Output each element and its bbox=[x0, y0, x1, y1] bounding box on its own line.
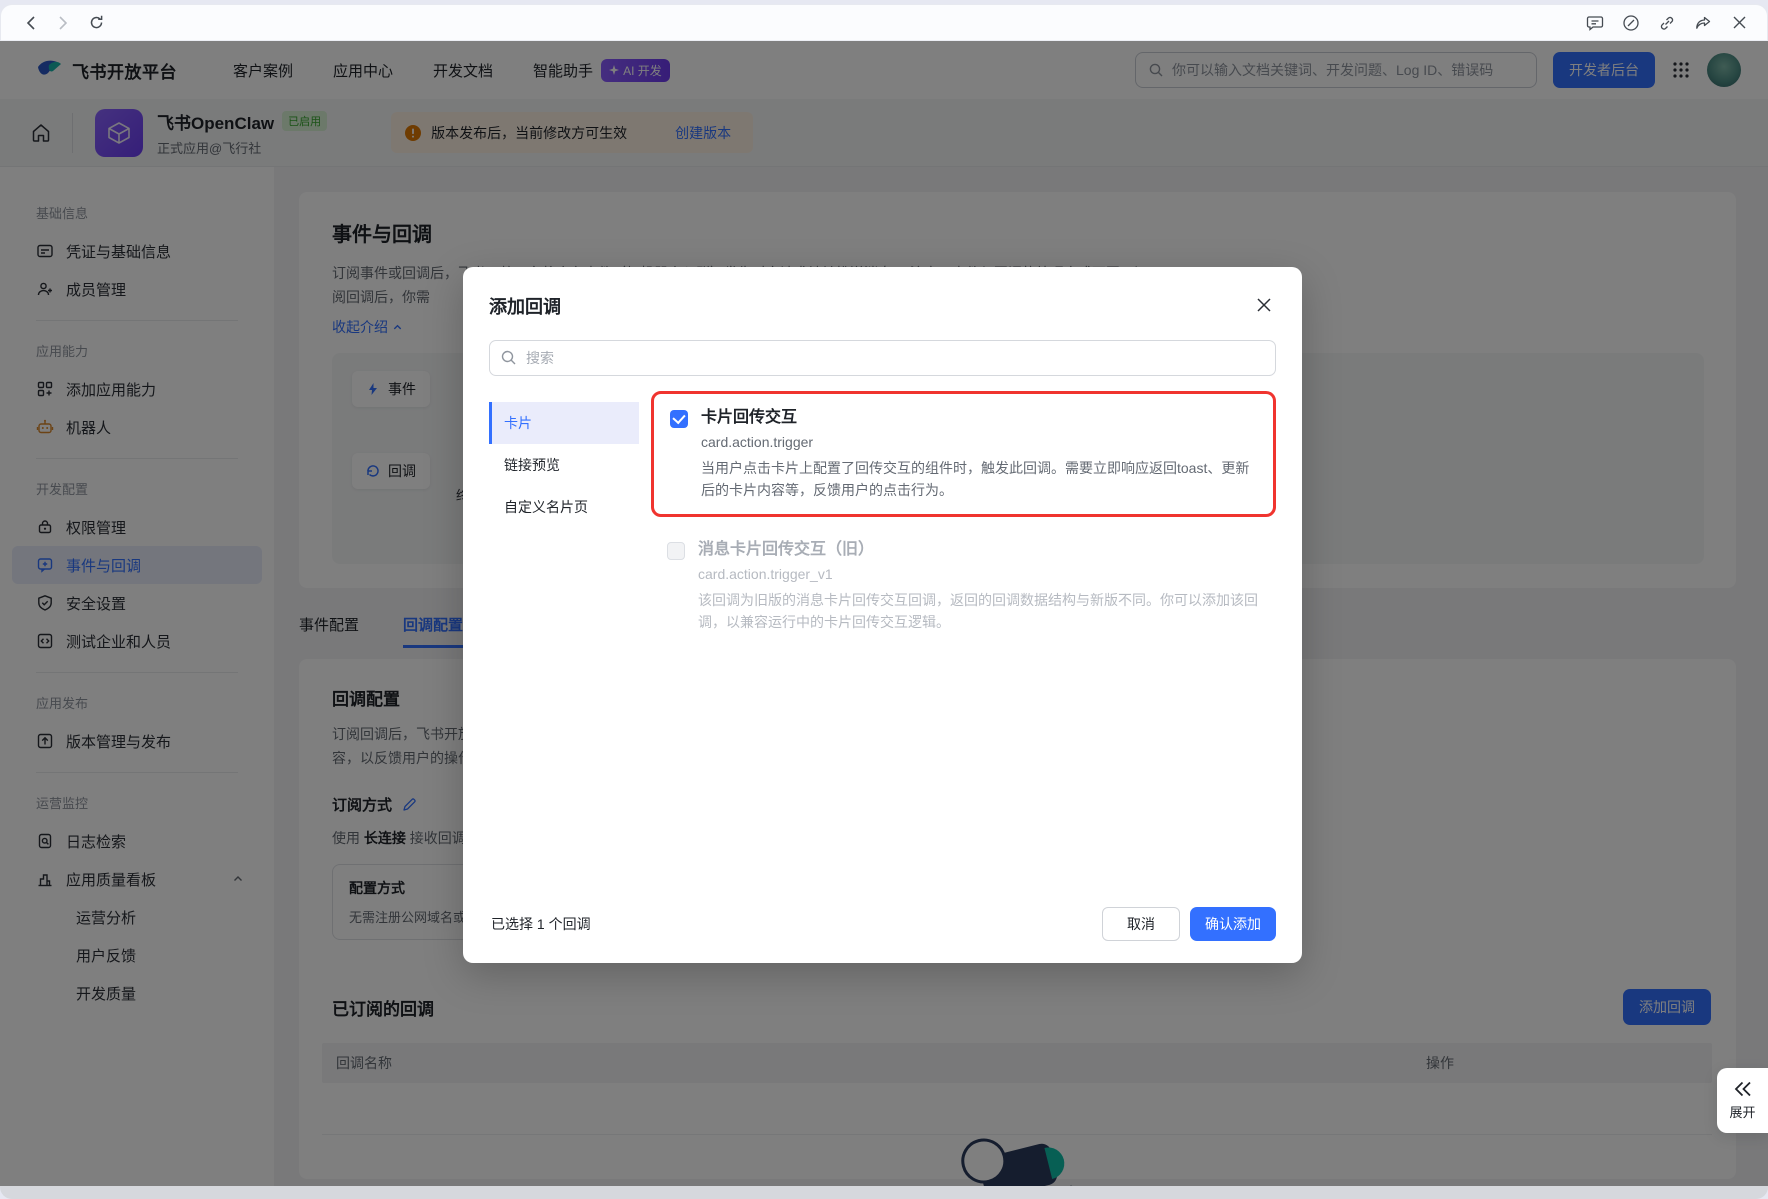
option-description: 该回调为旧版的消息卡片回传交互回调，返回的回调数据结构与新版不同。你可以添加该回… bbox=[698, 592, 1258, 630]
modal-close-icon[interactable] bbox=[1254, 295, 1274, 315]
category-card[interactable]: 卡片 bbox=[489, 402, 639, 444]
category-link-preview[interactable]: 链接预览 bbox=[489, 444, 639, 486]
modal-search-input[interactable] bbox=[489, 340, 1276, 376]
modal-title: 添加回调 bbox=[489, 297, 561, 317]
callback-options: 卡片回传交互 card.action.trigger 当用户点击卡片上配置了回传… bbox=[639, 391, 1276, 907]
option-code: card.action.trigger bbox=[701, 434, 814, 450]
expand-label: 展开 bbox=[1729, 1104, 1756, 1120]
refresh-icon[interactable] bbox=[81, 8, 111, 38]
option-description: 当用户点击卡片上配置了回传交互的组件时，触发此回调。需要立即响应返回toast、… bbox=[701, 460, 1250, 498]
option-title: 消息卡片回传交互（旧） bbox=[698, 541, 875, 558]
add-callback-modal: 添加回调 卡片 链接预览 自定义名片页 卡片回传交互 bbox=[463, 267, 1302, 963]
share-icon[interactable] bbox=[1691, 11, 1715, 35]
option-card-action-trigger-v1: 消息卡片回传交互（旧） card.action.trigger_v1 该回调为旧… bbox=[651, 529, 1276, 643]
double-chevron-left-icon bbox=[1734, 1081, 1751, 1096]
link-icon[interactable] bbox=[1655, 11, 1679, 35]
option-title: 卡片回传交互 bbox=[701, 409, 798, 426]
category-custom-profile[interactable]: 自定义名片页 bbox=[489, 486, 639, 528]
browser-window: 飞书开放平台 客户案例 应用中心 开发文档 智能助手 AI 开发 bbox=[0, 0, 1768, 1199]
close-window-icon[interactable] bbox=[1727, 11, 1751, 35]
callback-categories: 卡片 链接预览 自定义名片页 bbox=[489, 402, 639, 907]
option-card-action-trigger[interactable]: 卡片回传交互 card.action.trigger 当用户点击卡片上配置了回传… bbox=[651, 391, 1276, 517]
window-bottom-edge bbox=[0, 1186, 1768, 1199]
checkbox-checked[interactable] bbox=[670, 410, 688, 428]
expand-panel-button[interactable]: 展开 bbox=[1717, 1068, 1768, 1133]
checkbox-disabled bbox=[667, 542, 685, 560]
cancel-button[interactable]: 取消 bbox=[1102, 907, 1180, 941]
option-code: card.action.trigger_v1 bbox=[698, 566, 833, 582]
back-icon[interactable] bbox=[17, 8, 47, 38]
search-icon bbox=[500, 349, 517, 366]
compass-icon[interactable] bbox=[1619, 11, 1643, 35]
browser-chrome bbox=[0, 4, 1768, 41]
comment-icon[interactable] bbox=[1583, 11, 1607, 35]
forward-icon[interactable] bbox=[47, 8, 77, 38]
confirm-add-button[interactable]: 确认添加 bbox=[1190, 907, 1276, 941]
selected-count-text: 已选择 1 个回调 bbox=[491, 916, 591, 932]
